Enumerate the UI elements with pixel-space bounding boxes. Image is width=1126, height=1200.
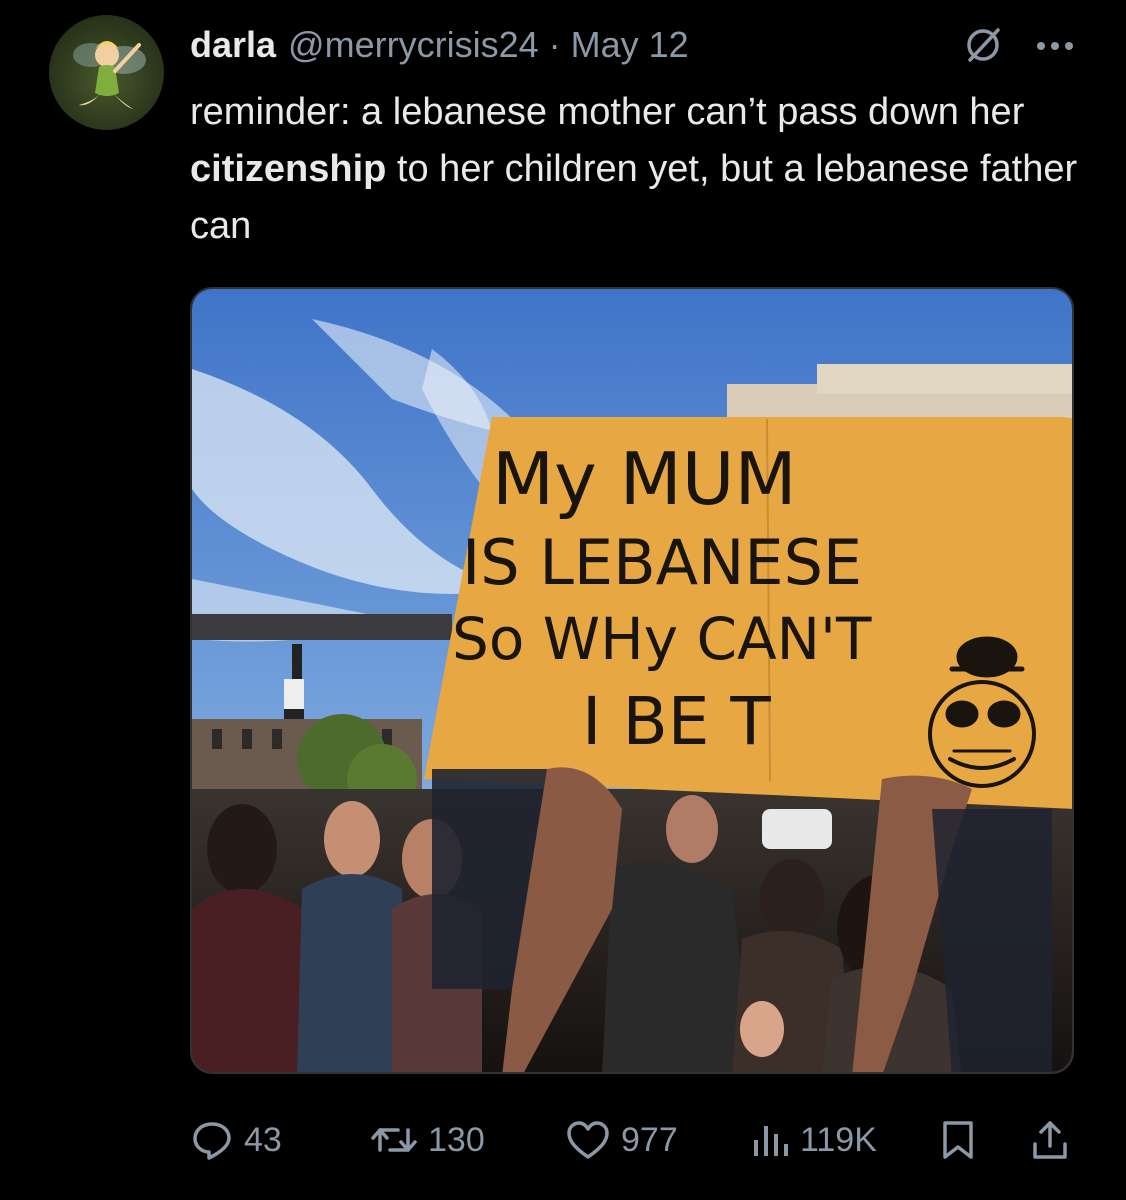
like-count: 977	[621, 1120, 678, 1159]
like-icon	[567, 1121, 609, 1159]
reply-icon	[193, 1122, 231, 1160]
views-button[interactable]: 119K	[750, 1110, 877, 1170]
tweet-text-bold: citizenship	[190, 148, 387, 190]
tweet-actions: 43 130 977 119K	[190, 1110, 1074, 1170]
tweet-date[interactable]: May 12	[571, 24, 689, 66]
bookmark-button[interactable]	[940, 1110, 986, 1170]
repost-icon	[371, 1128, 417, 1152]
sign-line-2: IS LEBANESE	[462, 526, 862, 599]
grok-icon[interactable]	[962, 24, 1004, 71]
avatar-illustration	[73, 41, 146, 109]
tweet-text: reminder: a lebanese mother can’t pass d…	[190, 84, 1090, 255]
author-handle[interactable]: @merrycrisis24	[288, 24, 539, 66]
views-icon	[754, 1126, 788, 1156]
tweet-text-part: reminder: a lebanese mother can’t pass d…	[190, 91, 1025, 133]
repost-button[interactable]: 130	[370, 1110, 485, 1170]
author-name[interactable]: darla	[190, 24, 276, 66]
bookmark-icon	[943, 1121, 973, 1159]
sign-line-4: I BE T	[582, 683, 771, 760]
tweet-image[interactable]: My MUM IS LEBANESE So WHy CAN'T I BE T	[190, 287, 1074, 1074]
tweet-top-icons	[962, 24, 1074, 71]
tweet-header: darla @merrycrisis24 · May 12	[190, 20, 689, 70]
separator: ·	[548, 24, 561, 65]
reply-count: 43	[244, 1120, 282, 1159]
share-icon	[1033, 1121, 1067, 1159]
sign-line-1: My MUM	[492, 437, 797, 521]
like-button[interactable]: 977	[565, 1110, 678, 1170]
more-icon[interactable]	[1036, 39, 1074, 57]
protest-photo: My MUM IS LEBANESE So WHy CAN'T I BE T	[192, 289, 1072, 1072]
views-count: 119K	[800, 1120, 877, 1159]
sign-line-3: So WHy CAN'T	[452, 605, 872, 673]
reply-button[interactable]: 43	[190, 1110, 282, 1170]
share-button[interactable]	[1030, 1110, 1080, 1170]
repost-count: 130	[428, 1120, 485, 1159]
avatar[interactable]	[49, 15, 164, 130]
